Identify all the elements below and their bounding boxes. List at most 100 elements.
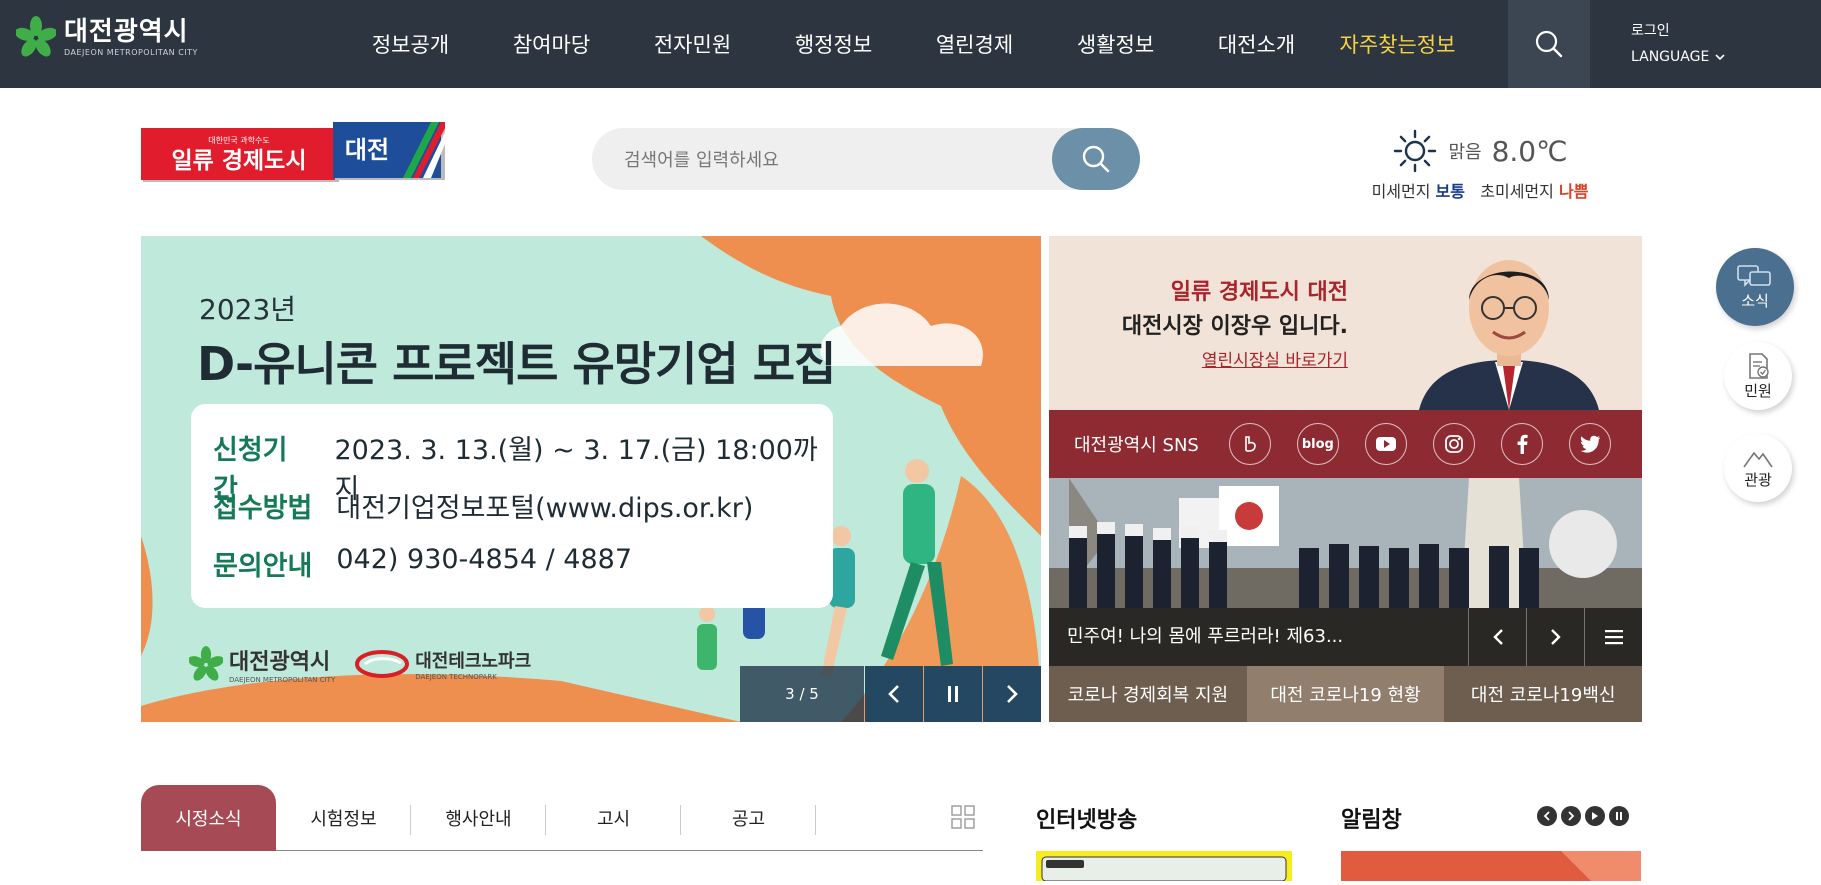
main-search-button[interactable] (1052, 128, 1140, 190)
document-check-icon (1749, 352, 1769, 379)
caret-down-icon (1715, 54, 1725, 60)
banner-row-key: 문의안내 (213, 551, 313, 582)
news-list-button[interactable] (1584, 608, 1642, 666)
pm25-label: 초미세먼지 (1480, 182, 1554, 201)
news-next-button[interactable] (1526, 608, 1585, 666)
main-banner-slide[interactable]: 2023년 D-유니콘 프로젝트 유망기업 모집 신청기간 2023. 3. 1… (141, 236, 1041, 722)
tab-label: 공고 (731, 809, 766, 830)
slogan-logo[interactable]: 대한민국 과학수도 일류 경제도시 대전 (141, 122, 445, 184)
daejeon-logo-icon (189, 646, 223, 681)
banner-row-contact: 문의안내 042) 930-4854 / 4887 (213, 544, 632, 583)
login-link[interactable]: 로그인 (1631, 18, 1725, 44)
facebook-icon[interactable] (1500, 423, 1543, 465)
twitter-icon[interactable] (1568, 423, 1611, 465)
sns-label: 대전광역시 SNS (1074, 435, 1199, 456)
pm10-value: 보통 (1435, 182, 1465, 201)
sun-icon (1394, 129, 1437, 173)
band-icon[interactable] (1228, 423, 1271, 465)
utility-menu: 로그인 LANGUAGE (1631, 18, 1725, 70)
blog-icon[interactable]: blog (1296, 423, 1339, 465)
chevron-right-icon (1551, 629, 1561, 645)
news-prev-button[interactable] (1468, 608, 1527, 666)
organizer-name: 대전테크노파크 (415, 651, 532, 672)
play-icon (1592, 812, 1598, 820)
corona-economy-link[interactable]: 코로나 경제회복 지원 (1049, 666, 1247, 722)
slogan-city-text: 대전 (345, 136, 389, 164)
nav-open-economy[interactable]: 열린경제 (904, 29, 1045, 59)
banner-pause-button[interactable] (924, 666, 982, 722)
news-tabs: 시정소식 시험정보 행사안내 고시 공고 (141, 785, 983, 851)
header-search-button[interactable] (1508, 0, 1590, 88)
mayor-greeting: 일류 경제도시 대전 대전시장 이장우 입니다. 열린시장실 바로가기 (1049, 236, 1642, 410)
mayor-slogan: 일류 경제도시 대전 (1170, 280, 1348, 305)
notice-next-button[interactable] (1561, 806, 1581, 826)
notice-prev-button[interactable] (1537, 806, 1557, 826)
internet-broadcast-thumbnail[interactable] (1036, 851, 1292, 882)
banner-counter: 3 / 5 (740, 666, 864, 722)
notice-controls (1537, 806, 1629, 826)
tab-divider (815, 805, 816, 835)
corona-quick-links: 코로나 경제회복 지원 대전 코로나19 현황 대전 코로나19백신 (1049, 666, 1643, 722)
logo-title: 대전광역시 (64, 16, 189, 47)
banner-row-method: 접수방법 대전기업정보포털(www.dips.or.kr) (213, 486, 753, 525)
daejeon-logo-icon (16, 16, 56, 57)
quick-news-label: 소식 (1741, 291, 1769, 310)
main-search-input[interactable] (622, 128, 1046, 192)
tab-city-news[interactable]: 시정소식 (141, 785, 276, 851)
mayor-office-link[interactable]: 열린시장실 바로가기 (1202, 346, 1348, 371)
pm10-label: 미세먼지 (1371, 182, 1431, 201)
notice-thumbnail[interactable] (1341, 851, 1641, 881)
banner-next-button[interactable] (983, 666, 1041, 722)
sns-bar: 대전광역시 SNS blog (1049, 410, 1642, 478)
language-selector[interactable]: LANGUAGE (1631, 44, 1725, 70)
nav-participation[interactable]: 참여마당 (481, 29, 622, 59)
tab-exam-info[interactable]: 시험정보 (276, 785, 411, 851)
banner-controls: 3 / 5 (740, 666, 1041, 722)
news-caption-bar: 민주여! 나의 몸에 푸르러라! 제63... (1049, 608, 1642, 666)
news-caption[interactable]: 민주여! 나의 몸에 푸르러라! 제63... (1067, 608, 1343, 666)
internet-broadcast-title[interactable]: 인터넷방송 (1036, 802, 1137, 834)
top-navigation-bar: 대전광역시 DAEJEON METROPOLITAN CITY 정보공개 참여마… (0, 0, 1821, 88)
nav-frequent-info[interactable]: 자주찾는정보 (1327, 29, 1468, 59)
nav-e-civil[interactable]: 전자민원 (622, 29, 763, 59)
news-photo-slide[interactable]: 민주여! 나의 몸에 푸르러라! 제63... (1049, 478, 1642, 666)
nav-admin-info[interactable]: 행정정보 (763, 29, 904, 59)
youtube-icon[interactable] (1364, 423, 1407, 465)
corona-status-link[interactable]: 대전 코로나19 현황 (1246, 666, 1445, 722)
organizer-name: 대전광역시 (229, 650, 331, 675)
nav-life-info[interactable]: 생활정보 (1045, 29, 1186, 59)
notice-thumbnail-art (1561, 851, 1641, 881)
quick-civil-button[interactable]: 민원 (1724, 342, 1792, 410)
notice-play-button[interactable] (1585, 806, 1605, 826)
nav-info-disclosure[interactable]: 정보공개 (340, 29, 481, 59)
tab-notices[interactable]: 고시 (546, 785, 681, 851)
instagram-icon[interactable] (1432, 423, 1475, 465)
list-icon (1605, 630, 1623, 645)
tab-events[interactable]: 행사안내 (411, 785, 546, 851)
nav-about-daejeon[interactable]: 대전소개 (1186, 29, 1327, 59)
corona-vaccine-link[interactable]: 대전 코로나19백신 (1444, 666, 1643, 722)
tab-announcements[interactable]: 공고 (681, 785, 816, 851)
banner-prev-button[interactable] (865, 666, 923, 722)
quick-news-button[interactable]: 소식 (1716, 248, 1794, 326)
tab-label: 고시 (596, 809, 631, 830)
main-navigation: 정보공개 참여마당 전자민원 행정정보 열린경제 생활정보 대전소개 자주찾는정… (340, 0, 1468, 88)
site-logo[interactable]: 대전광역시 DAEJEON METROPOLITAN CITY (16, 16, 198, 58)
organizer-name-en: DAEJEON TECHNOPARK (415, 673, 497, 681)
notice-board-title[interactable]: 알림창 (1341, 802, 1402, 834)
quick-tour-button[interactable]: 관광 (1724, 434, 1792, 502)
search-icon (1535, 30, 1563, 58)
banner-row-key: 접수방법 (213, 493, 313, 524)
slogan-main-text: 일류 경제도시 (172, 148, 307, 174)
chevron-left-icon (1493, 629, 1503, 645)
mayor-portrait (1419, 260, 1599, 410)
logo-subtitle: DAEJEON METROPOLITAN CITY (64, 47, 198, 57)
air-quality: 미세먼지 보통 초미세먼지 나쁨 (1360, 178, 1600, 202)
banner-headline: D-유니콘 프로젝트 유망기업 모집 (197, 337, 836, 391)
grid-more-icon[interactable] (951, 805, 975, 829)
notice-pause-button[interactable] (1609, 806, 1629, 826)
pause-icon (948, 686, 958, 702)
slogan-small-text: 대한민국 과학수도 (208, 135, 269, 145)
quick-civil-label: 민원 (1744, 381, 1772, 400)
organizer-name-en: DAEJEON METROPOLITAN CITY (229, 676, 336, 684)
